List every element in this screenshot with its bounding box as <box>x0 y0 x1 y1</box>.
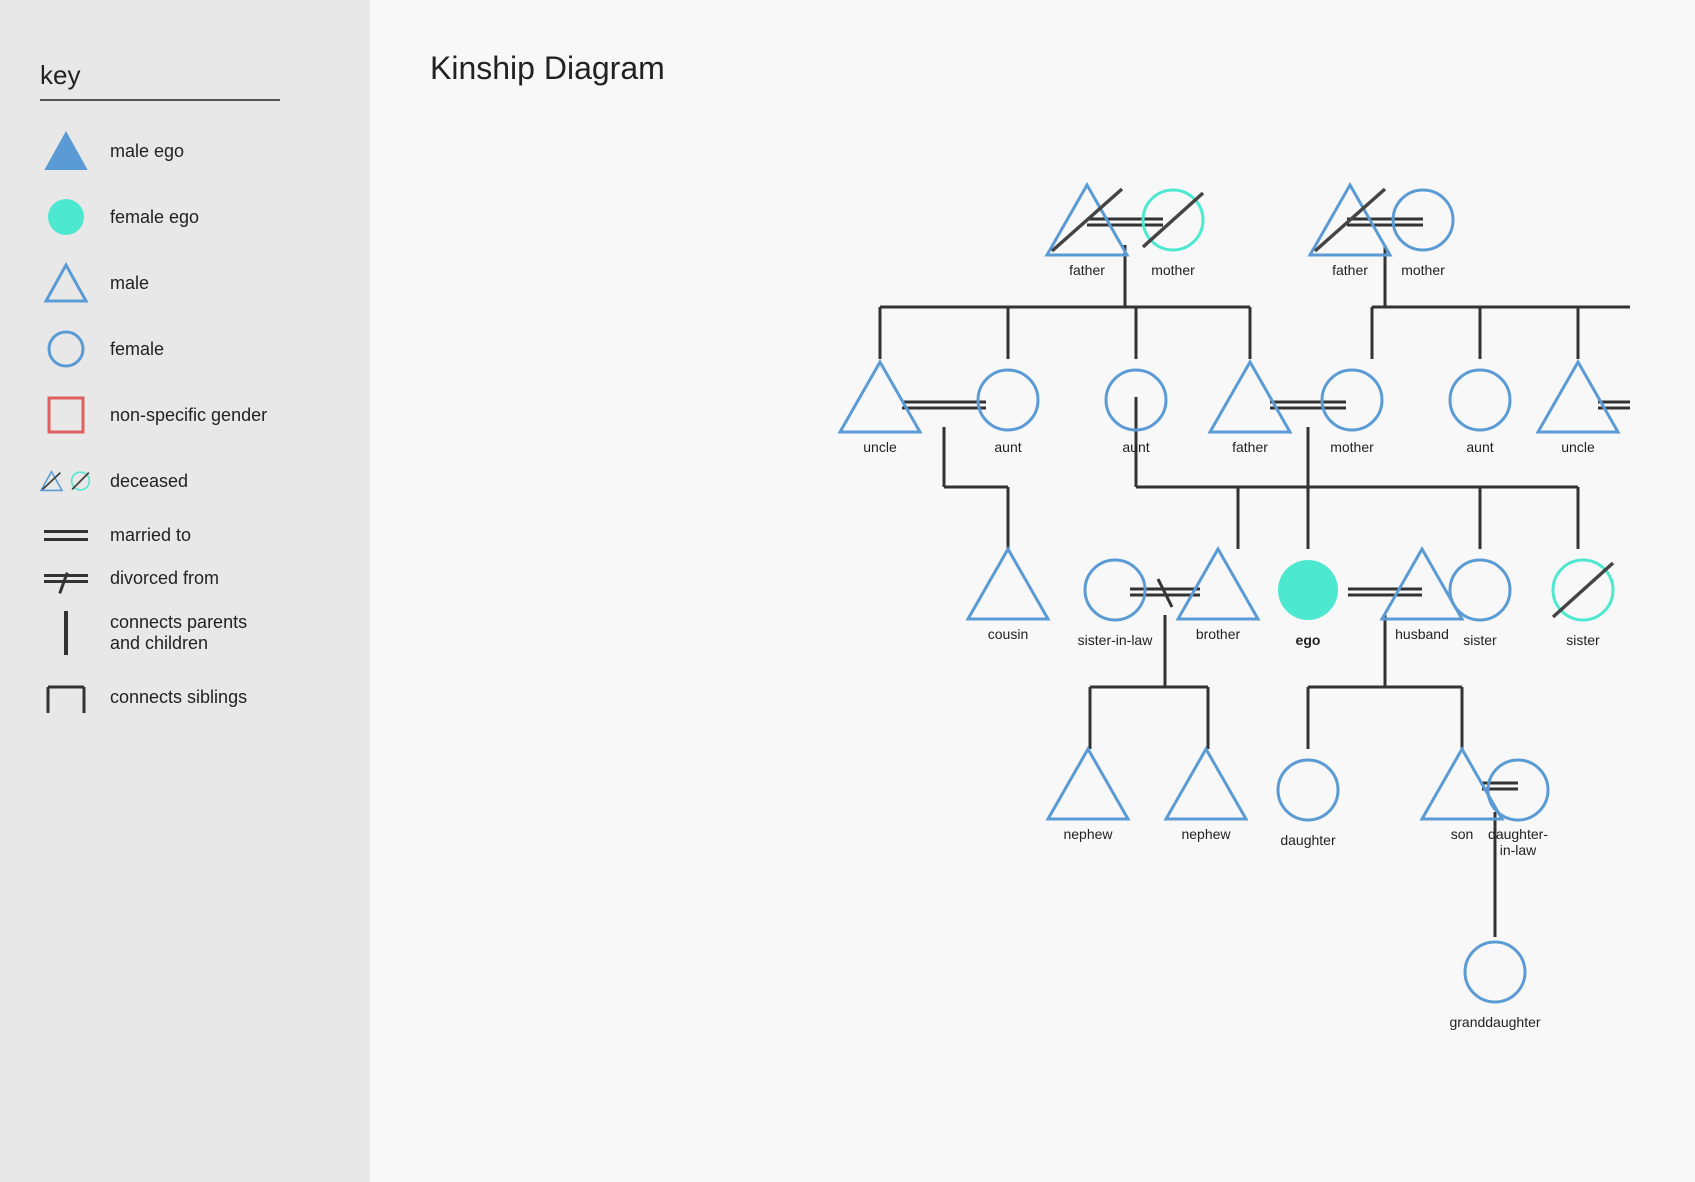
key-item-divorced: divorced from <box>40 568 330 589</box>
key-item-connects-parents: connects parents and children <box>40 611 330 655</box>
node-sister2 <box>1553 560 1613 620</box>
divorced-label: divorced from <box>110 568 219 589</box>
node-sister1 <box>1450 560 1510 620</box>
node-nephew1 <box>1048 749 1128 819</box>
label-aunt3: aunt <box>1466 439 1493 455</box>
label-gm1: mother <box>1151 262 1195 278</box>
node-aunt3 <box>1450 370 1510 430</box>
diagram-title: Kinship Diagram <box>430 50 1655 87</box>
kinship-diagram: .node-label { font-family: 'Helvetica Ne… <box>430 117 1630 1137</box>
node-cousin <box>968 549 1048 619</box>
male-label: male <box>110 273 149 294</box>
node-brother <box>1178 549 1258 619</box>
label-daughter: daughter <box>1280 832 1336 848</box>
node-daughter <box>1278 760 1338 820</box>
nonspecific-label: non-specific gender <box>110 405 267 426</box>
married-icon <box>40 530 92 541</box>
label-cousin: cousin <box>988 626 1028 642</box>
main-content: Kinship Diagram .node-label { font-famil… <box>370 0 1695 1182</box>
label-sister1: sister <box>1463 632 1497 648</box>
male-ego-label: male ego <box>110 141 184 162</box>
male-ego-icon <box>40 129 92 173</box>
node-uncle2 <box>1538 362 1618 432</box>
key-item-female-ego: female ego <box>40 195 330 239</box>
node-ego <box>1278 560 1338 620</box>
key-divider <box>40 99 280 101</box>
connects-parents-icon <box>40 611 92 655</box>
key-item-married: married to <box>40 525 330 546</box>
label-granddaughter: granddaughter <box>1449 1014 1540 1030</box>
key-item-deceased: deceased <box>40 459 330 503</box>
female-ego-icon <box>40 195 92 239</box>
node-father <box>1210 362 1290 432</box>
label-ego: ego <box>1296 632 1321 648</box>
male-icon <box>40 261 92 305</box>
key-item-nonspecific: non-specific gender <box>40 393 330 437</box>
key-item-female: female <box>40 327 330 371</box>
node-mother <box>1322 370 1382 430</box>
key-item-male-ego: male ego <box>40 129 330 173</box>
label-father: father <box>1232 439 1268 455</box>
label-son: son <box>1451 826 1474 842</box>
deceased-icon <box>40 459 92 503</box>
label-gm2: mother <box>1401 262 1445 278</box>
sidebar: key male ego female ego male <box>0 0 370 1182</box>
node-uncle1 <box>840 362 920 432</box>
label-mother: mother <box>1330 439 1374 455</box>
node-aunt1 <box>978 370 1038 430</box>
label-aunt1: aunt <box>994 439 1021 455</box>
label-uncle1: uncle <box>863 439 897 455</box>
label-gf1: father <box>1069 262 1105 278</box>
key-title: key <box>40 60 330 91</box>
label-dil2: in-law <box>1500 842 1537 858</box>
label-aunt2: aunt <box>1122 439 1149 455</box>
connects-siblings-icon <box>40 677 92 717</box>
label-uncle2: uncle <box>1561 439 1595 455</box>
married-label: married to <box>110 525 191 546</box>
label-sil: sister-in-law <box>1078 632 1154 648</box>
label-dil: daughter- <box>1488 826 1548 842</box>
label-nephew2: nephew <box>1181 826 1231 842</box>
key-item-male: male <box>40 261 330 305</box>
divorced-icon <box>40 574 92 583</box>
label-nephew1: nephew <box>1063 826 1113 842</box>
deceased-label: deceased <box>110 471 188 492</box>
connects-parents-label: connects parents and children <box>110 612 247 654</box>
female-label: female <box>110 339 164 360</box>
connects-siblings-label: connects siblings <box>110 687 247 708</box>
label-brother: brother <box>1196 626 1241 642</box>
node-granddaughter <box>1465 942 1525 1002</box>
female-ego-label: female ego <box>110 207 199 228</box>
label-husband: husband <box>1395 626 1449 642</box>
key-item-connects-siblings: connects siblings <box>40 677 330 717</box>
nonspecific-icon <box>40 393 92 437</box>
label-sister2: sister <box>1566 632 1600 648</box>
female-icon <box>40 327 92 371</box>
label-gf2: father <box>1332 262 1368 278</box>
node-nephew2 <box>1166 749 1246 819</box>
